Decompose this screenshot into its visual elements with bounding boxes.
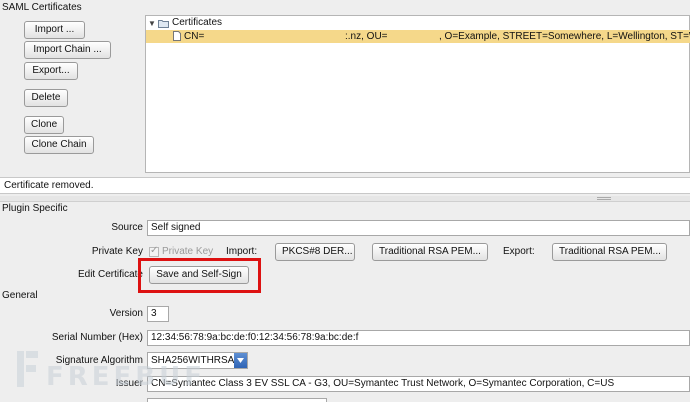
pkcs8-der-button[interactable]: PKCS#8 DER... — [275, 243, 355, 261]
import-button[interactable]: Import ... — [24, 21, 85, 39]
certificate-tree[interactable]: ▼ Certificates CN= :.nz, OU= , O=Example… — [145, 15, 690, 173]
serial-number-field[interactable]: 12:34:56:78:9a:bc:de:f0:12:34:56:78:9a:b… — [147, 330, 690, 346]
tree-root-label: Certificates — [172, 17, 223, 28]
folder-icon — [158, 19, 169, 28]
delete-button[interactable]: Delete — [24, 89, 68, 107]
status-bar: Certificate removed. — [0, 177, 690, 194]
clone-button[interactable]: Clone — [24, 116, 64, 134]
export-button[interactable]: Export... — [24, 62, 78, 80]
edit-certificate-label: Edit Certificate — [77, 269, 143, 280]
import-label: Import: — [226, 246, 258, 257]
import-chain-button[interactable]: Import Chain ... — [24, 41, 111, 59]
watermark-text: FREEBUF — [46, 362, 206, 392]
issuer-field[interactable]: CN=Symantec Class 3 EV SSL CA - G3, OU=S… — [147, 376, 690, 392]
private-key-checkbox[interactable]: ✓ — [149, 245, 159, 257]
version-field[interactable]: 3 — [147, 306, 169, 322]
certificate-cn: CN= — [184, 31, 205, 42]
certificate-ou: :.nz, OU= — [345, 31, 388, 42]
splitter-grip[interactable] — [597, 197, 611, 200]
next-field-partial[interactable] — [147, 398, 327, 402]
panel-title: SAML Certificates — [2, 2, 82, 13]
plugin-section-title: Plugin Specific — [2, 203, 68, 214]
highlight-box — [138, 258, 261, 293]
export-label: Export: — [503, 246, 535, 257]
certificate-dn-tail: , O=Example, STREET=Somewhere, L=Welling… — [439, 31, 690, 42]
private-key-label: Private Key — [91, 246, 143, 257]
general-section-title: General — [2, 290, 38, 301]
splitter[interactable] — [0, 196, 690, 202]
serial-number-label: Serial Number (Hex) — [51, 332, 143, 343]
certificate-file-icon — [173, 31, 181, 41]
traditional-rsa-export-button[interactable]: Traditional RSA PEM... — [552, 243, 667, 261]
status-message: Certificate removed. — [4, 180, 94, 191]
source-label: Source — [111, 222, 143, 233]
watermark-logo-icon — [16, 350, 39, 388]
clone-chain-button[interactable]: Clone Chain — [24, 136, 94, 154]
selected-certificate-row[interactable]: CN= :.nz, OU= , O=Example, STREET=Somewh… — [146, 30, 690, 43]
traditional-rsa-import-button[interactable]: Traditional RSA PEM... — [372, 243, 488, 261]
expand-icon[interactable]: ▼ — [148, 18, 156, 29]
checkmark-icon: ✓ — [150, 245, 159, 256]
dropdown-arrow-icon[interactable] — [234, 353, 247, 368]
version-label: Version — [109, 308, 143, 319]
source-field[interactable]: Self signed — [147, 220, 690, 236]
private-key-checkbox-label: Private Key — [162, 246, 214, 257]
